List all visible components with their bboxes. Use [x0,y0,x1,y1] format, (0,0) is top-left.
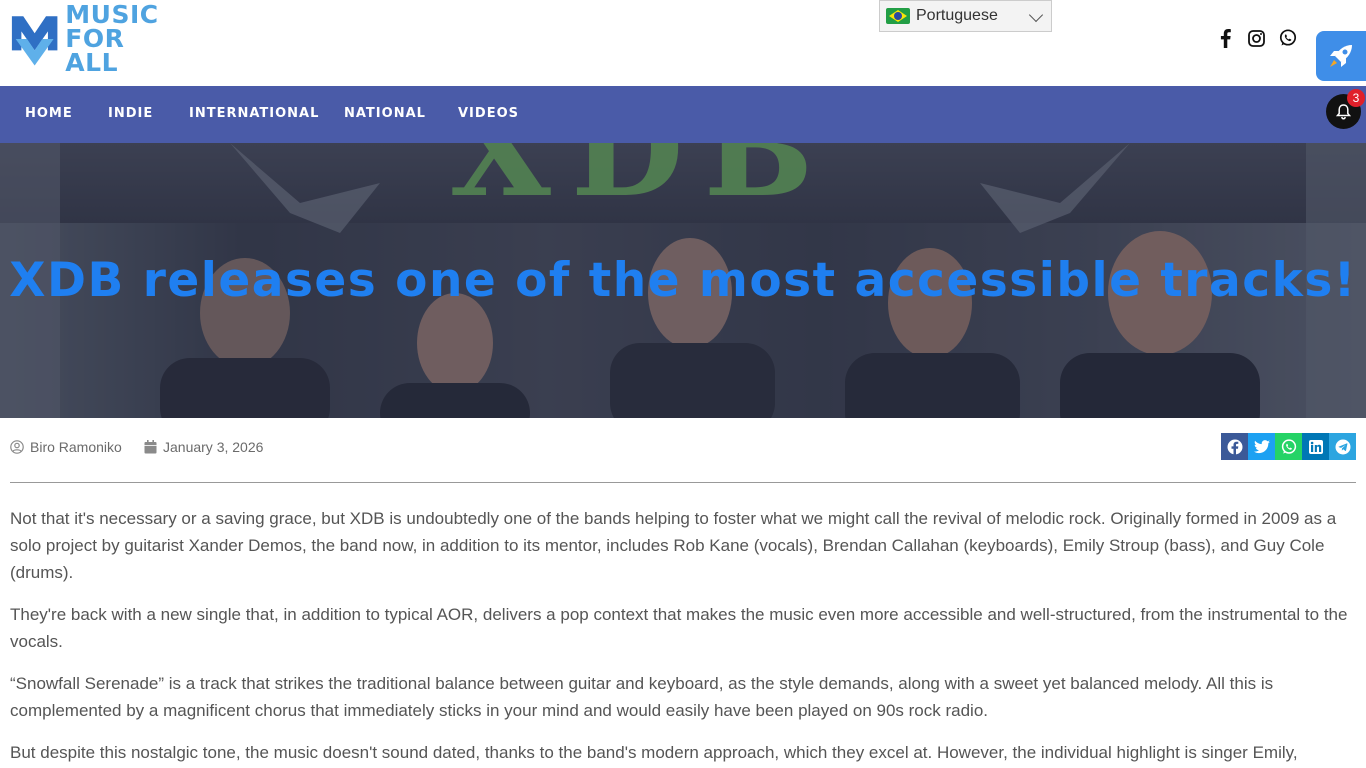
chevron-down-icon [1028,7,1044,23]
article-body: Not that it's necessary or a saving grac… [10,505,1360,768]
share-buttons [1221,433,1356,460]
nav-item-home[interactable]: HOME [25,86,73,143]
calendar-icon [144,440,157,454]
author-meta: Biro Ramoniko [10,437,122,457]
hero-banner: XDB XDB releases one of the most accessi… [0,143,1366,418]
share-linkedin-button[interactable] [1302,433,1329,460]
share-facebook-button[interactable] [1221,433,1248,460]
rocket-icon [1330,45,1352,67]
nav-item-international[interactable]: INTERNATIONAL [189,86,319,143]
site-header: MUSIC FOR ALL Portuguese [0,0,1366,86]
share-whatsapp-button[interactable] [1275,433,1302,460]
date-meta: January 3, 2026 [144,437,263,457]
article-paragraph: They're back with a new single that, in … [10,605,1348,651]
article-paragraph: But despite this nostalgic tone, the mus… [10,743,1298,762]
user-icon [10,440,24,454]
linkedin-icon [1308,439,1323,454]
language-select[interactable]: Portuguese [879,0,1052,32]
logo-mark-icon [11,16,58,66]
main-nav: HOME INDIE INTERNATIONAL NATIONAL VIDEOS [0,86,1366,143]
instagram-icon[interactable] [1246,28,1266,48]
share-twitter-button[interactable] [1248,433,1275,460]
rocket-button[interactable] [1316,31,1366,81]
nav-item-national[interactable]: NATIONAL [344,86,426,143]
share-telegram-button[interactable] [1329,433,1356,460]
language-selected: Portuguese [916,7,998,24]
telegram-icon [1335,439,1350,454]
nav-item-indie[interactable]: INDIE [108,86,153,143]
article-title: XDB releases one of the most accessible … [9,253,1357,308]
twitter-icon [1253,439,1270,453]
whatsapp-icon[interactable] [1278,28,1298,48]
meta-divider [10,482,1356,483]
bell-icon [1336,103,1351,120]
nav-item-videos[interactable]: VIDEOS [458,86,519,143]
post-date[interactable]: January 3, 2026 [163,439,263,455]
article-paragraph: Not that it's necessary or a saving grac… [10,509,1337,582]
notification-count-badge: 3 [1347,89,1365,107]
logo-text-line2: FOR ALL [65,24,125,77]
site-logo[interactable]: MUSIC FOR ALL [10,2,180,75]
brazil-flag-icon [886,8,910,24]
article-paragraph: “Snowfall Serenade” is a track that stri… [10,674,1274,720]
facebook-icon [1227,439,1242,455]
whatsapp-icon [1281,438,1296,454]
author-link[interactable]: Biro Ramoniko [30,439,122,455]
facebook-icon[interactable] [1215,28,1235,48]
